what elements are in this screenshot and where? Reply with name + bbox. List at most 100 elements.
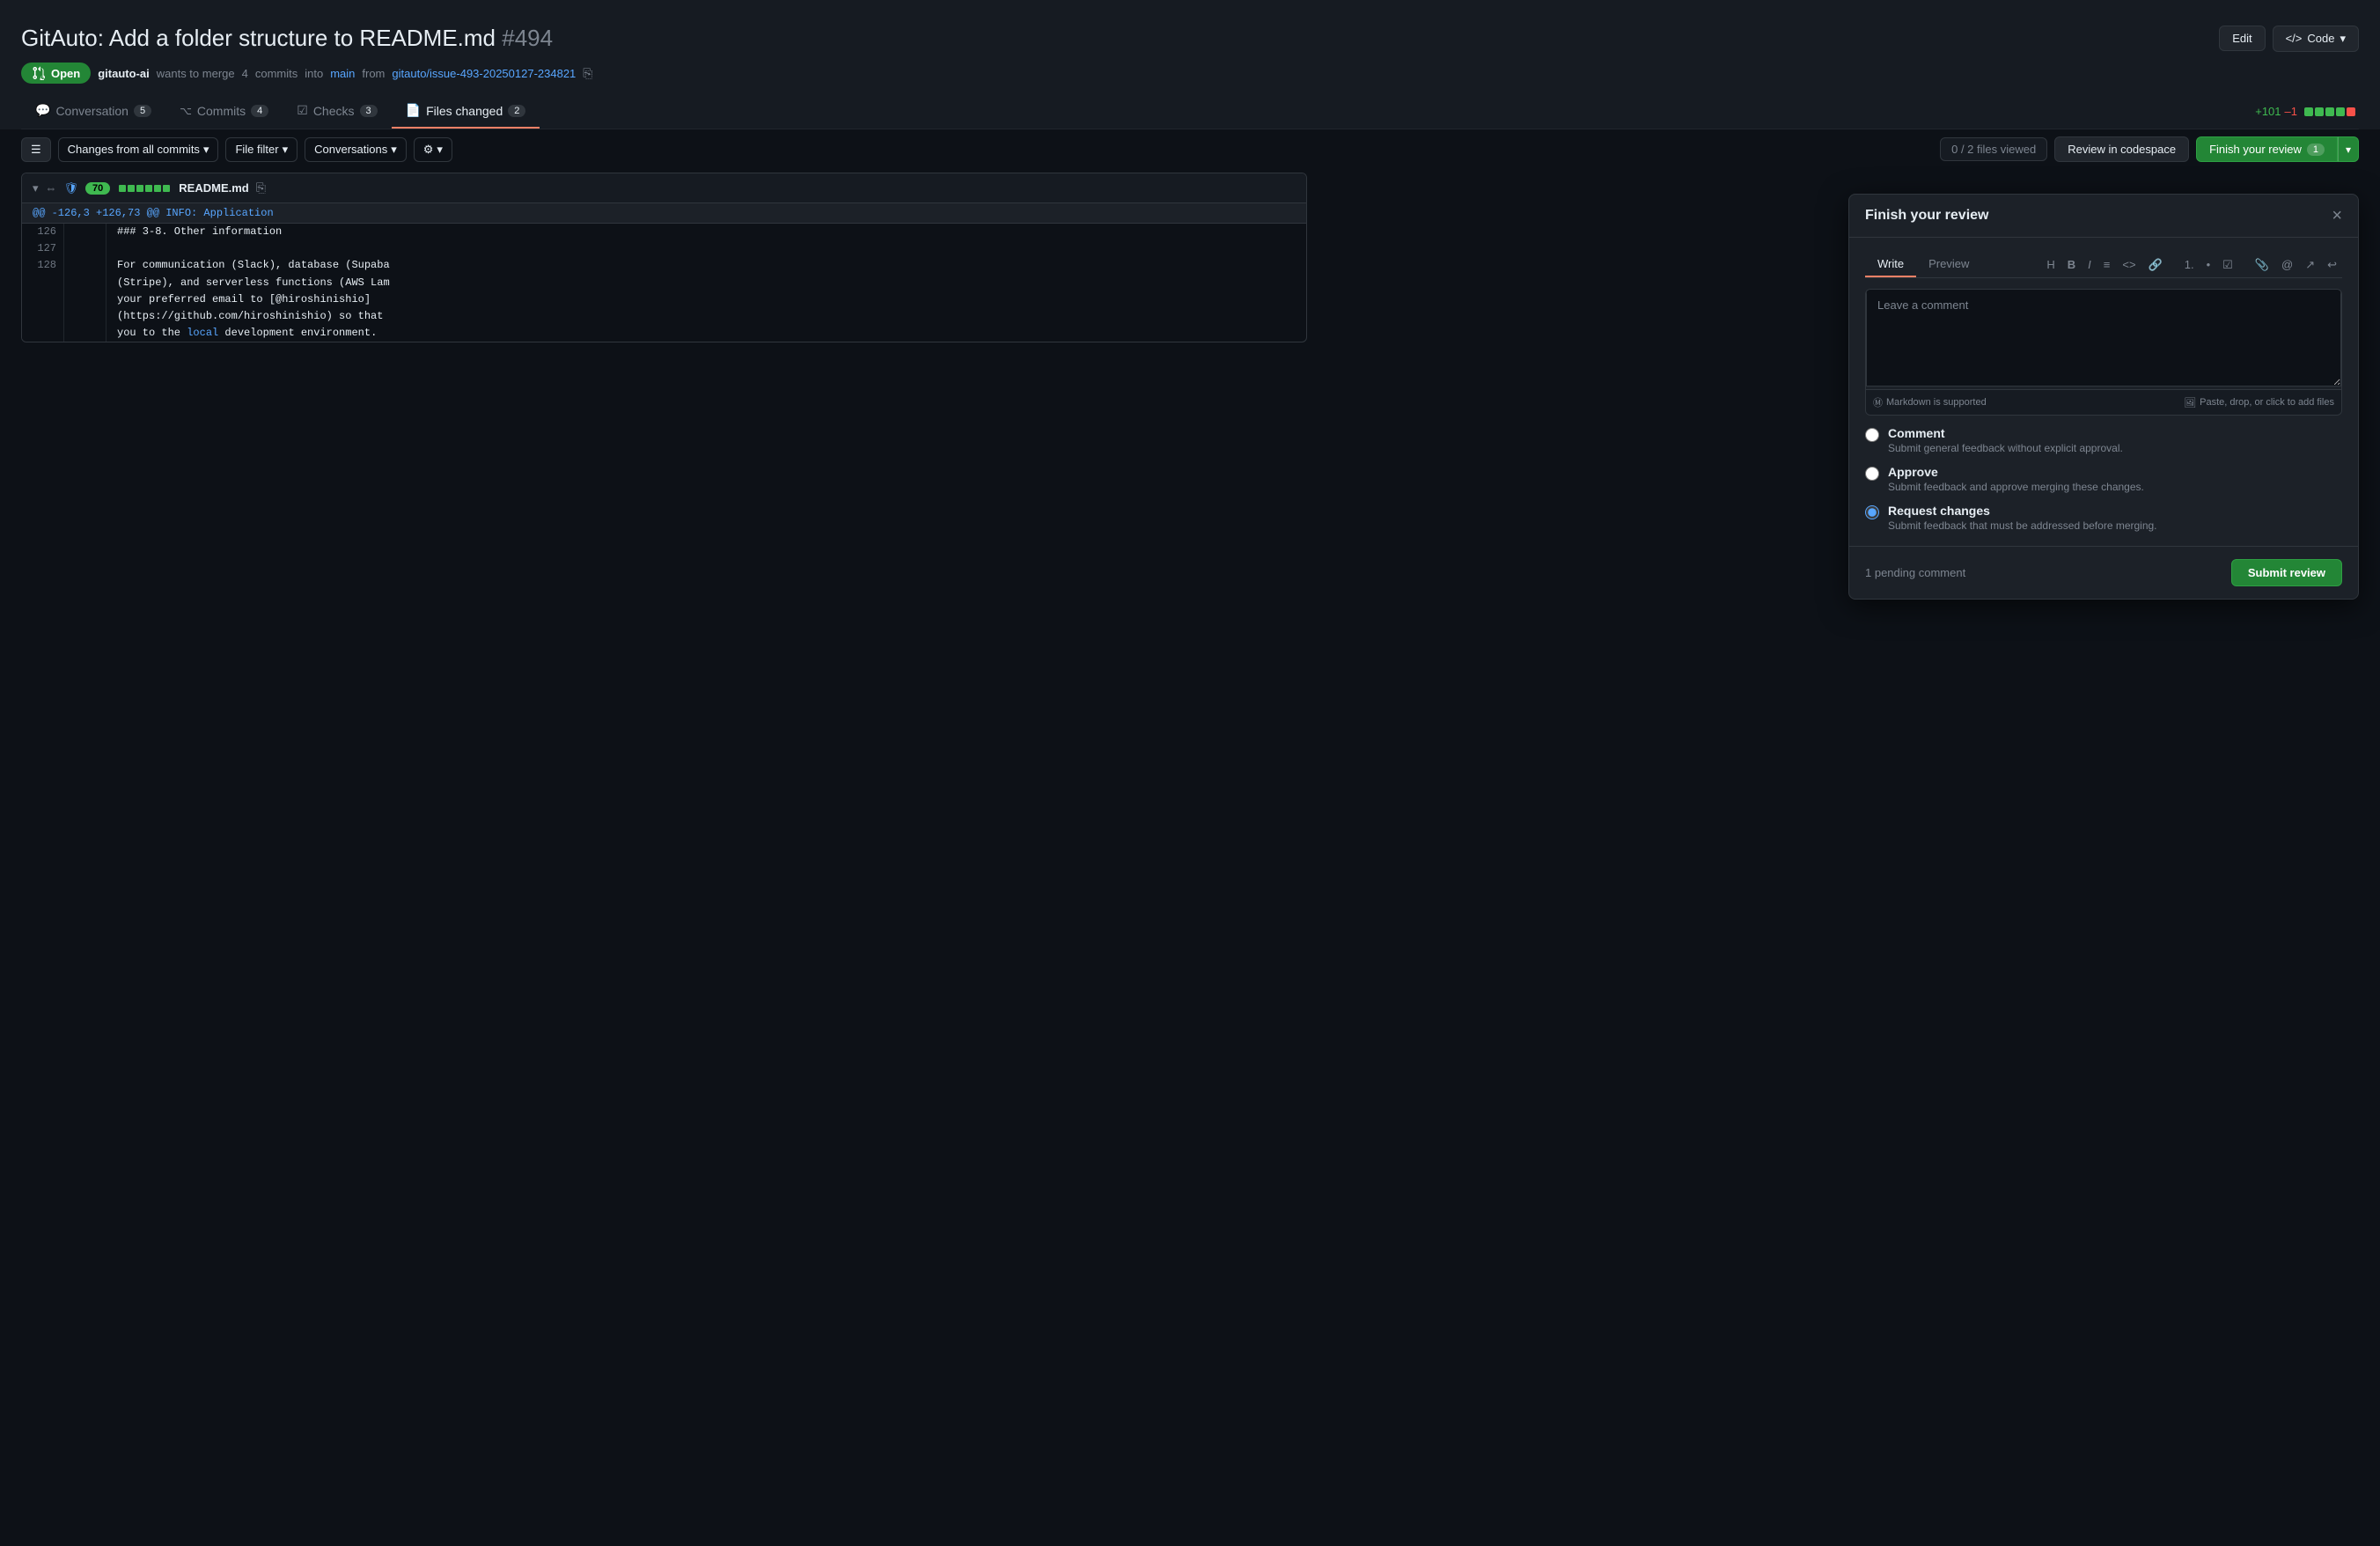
file-attach-text: Paste, drop, or click to add files <box>2200 397 2334 408</box>
toolbar-task-list[interactable]: ☑ <box>2217 255 2238 275</box>
diff-line-num-old-128: 128 <box>22 257 64 274</box>
stat-block-1 <box>2304 107 2313 116</box>
tab-checks[interactable]: ☑ Checks 3 <box>283 94 391 129</box>
head-branch-link[interactable]: gitauto/issue-493-20250127-234821 <box>392 67 576 80</box>
finish-review-label: Finish your review <box>2209 143 2302 156</box>
copy-filename-button[interactable]: ⎘ <box>256 180 266 195</box>
diff-line-content-128: For communication (Slack), database (Sup… <box>107 257 1306 274</box>
files-viewed-counter: 0 / 2 files viewed <box>1940 137 2047 161</box>
diff-line-num-new-128 <box>64 257 107 274</box>
pr-actions: Edit </> Code ▾ <box>2219 26 2359 52</box>
markdown-note-text: Markdown is supported <box>1886 397 1987 408</box>
stat-deletions: –1 <box>2285 105 2297 118</box>
into-text: into <box>305 67 323 80</box>
radio-comment[interactable] <box>1865 428 1879 442</box>
diff-line-num-new-126 <box>64 224 107 240</box>
radio-approve-desc: Submit feedback and approve merging thes… <box>1888 481 2144 493</box>
edit-button[interactable]: Edit <box>2219 26 2265 51</box>
copy-branch-icon[interactable]: ⎘ <box>583 66 592 81</box>
file-line-count: 70 <box>85 182 110 195</box>
comment-textarea[interactable] <box>1866 290 2341 386</box>
tab-checks-label: Checks <box>313 104 355 118</box>
toolbar-quote[interactable]: ≡ <box>2098 255 2116 274</box>
conversations-label: Conversations <box>314 143 387 156</box>
toolbar-bold[interactable]: B <box>2062 255 2081 274</box>
toolbar-heading[interactable]: H <box>2041 255 2060 274</box>
toolbar-unordered-list[interactable]: • <box>2201 255 2216 274</box>
toolbar-italic[interactable]: I <box>2082 255 2097 274</box>
tab-checks-count: 3 <box>360 105 378 117</box>
settings-chevron-icon: ▾ <box>437 143 443 157</box>
code-button[interactable]: </> Code ▾ <box>2273 26 2359 52</box>
merge-action-text: wants to merge <box>157 67 235 80</box>
file-filter-button[interactable]: File filter ▾ <box>225 137 298 162</box>
tab-commits-label: Commits <box>197 104 246 118</box>
toolbar-link[interactable]: 🔗 <box>2143 255 2168 275</box>
review-modal: Finish your review × Write Preview H B I… <box>1848 194 2359 600</box>
toolbar-ordered-list[interactable]: 1. <box>2179 255 2200 274</box>
tab-conversation-label: Conversation <box>55 104 129 118</box>
radio-option-approve[interactable]: Approve Submit feedback and approve merg… <box>1865 465 2342 493</box>
editor-footer: Ⓜ Markdown is supported 🖼 Paste, drop, o… <box>1866 389 2341 415</box>
editor-tab-write[interactable]: Write <box>1865 252 1916 277</box>
file-filter-label: File filter <box>235 143 278 156</box>
base-branch-link[interactable]: main <box>330 67 355 80</box>
hunk-header-text: @@ -126,3 +126,73 @@ INFO: Application <box>33 207 274 219</box>
files-changed-icon: 📄 <box>406 103 421 118</box>
changes-from-button[interactable]: Changes from all commits ▾ <box>58 137 219 162</box>
conversations-chevron-icon: ▾ <box>391 143 397 157</box>
stat-blocks <box>2304 107 2355 116</box>
toolbar-code[interactable]: <> <box>2117 255 2141 274</box>
radio-approve[interactable] <box>1865 467 1879 481</box>
diff-line-cont-1: (Stripe), and serverless functions (AWS … <box>22 275 1306 291</box>
diff-line-content-127 <box>107 240 1306 257</box>
submit-review-button[interactable]: Submit review <box>2231 559 2342 586</box>
radio-approve-text: Approve Submit feedback and approve merg… <box>1888 465 2144 493</box>
tab-conversation[interactable]: 💬 Conversation 5 <box>21 94 165 129</box>
tab-commits[interactable]: ⌥ Commits 4 <box>165 95 283 129</box>
close-modal-button[interactable]: × <box>2332 207 2342 225</box>
toolbar-undo[interactable]: ↩ <box>2322 255 2342 275</box>
from-text: from <box>362 67 385 80</box>
diff-line-content-cont2: your preferred email to [@hiroshinishio] <box>107 291 1306 308</box>
review-in-codespace-button[interactable]: Review in codespace <box>2054 136 2189 162</box>
code-icon: </> <box>2286 32 2303 45</box>
file-attach-note[interactable]: 🖼 Paste, drop, or click to add files <box>2184 397 2334 409</box>
editor-tab-preview[interactable]: Preview <box>1916 252 1981 277</box>
review-modal-footer: 1 pending comment Submit review <box>1849 546 2358 599</box>
finish-review-split-chevron-icon: ▾ <box>2346 144 2351 156</box>
tab-files-changed-count: 2 <box>508 105 525 117</box>
diff-file-header: ▾ ⇔ 🛡 70 README.md ⎘ <box>22 173 1306 203</box>
conversation-icon: 💬 <box>35 103 50 118</box>
diff-block-green-2 <box>128 185 135 192</box>
toolbar-attach[interactable]: 📎 <box>2250 255 2274 275</box>
tabs-row: 💬 Conversation 5 ⌥ Commits 4 ☑ Checks 3 … <box>21 94 2359 129</box>
commits-icon: ⌥ <box>180 105 192 117</box>
file-chevron-icon[interactable]: ▾ <box>33 181 39 195</box>
sidebar-toggle-button[interactable]: ☰ <box>21 137 51 162</box>
tab-conversation-count: 5 <box>134 105 151 117</box>
conversations-button[interactable]: Conversations ▾ <box>305 137 407 162</box>
diff-block-indicators <box>119 185 170 192</box>
file-attach-icon: 🖼 <box>2184 397 2196 409</box>
diff-filename: README.md <box>179 181 248 195</box>
radio-option-comment[interactable]: Comment Submit general feedback without … <box>1865 426 2342 454</box>
diff-line-content-cont3: (https://github.com/hiroshinishio) so th… <box>107 308 1306 325</box>
radio-request-changes[interactable] <box>1865 505 1879 519</box>
radio-option-request-changes[interactable]: Request changes Submit feedback that mus… <box>1865 504 2342 532</box>
tab-files-changed-label: Files changed <box>426 104 503 118</box>
settings-button[interactable]: ⚙ ▾ <box>414 137 452 162</box>
toolbar-reference[interactable]: ↗ <box>2300 255 2320 275</box>
diff-line-content-cont1: (Stripe), and serverless functions (AWS … <box>107 275 1306 291</box>
pr-title-text: GitAuto: Add a folder structure to READM… <box>21 25 496 51</box>
commits-word: commits <box>255 67 298 80</box>
finish-your-review-button[interactable]: Finish your review 1 <box>2196 136 2338 162</box>
diff-line-num-new-cont3 <box>64 308 107 325</box>
diff-block-green-4 <box>145 185 152 192</box>
tab-commits-count: 4 <box>251 105 268 117</box>
tab-files-changed[interactable]: 📄 Files changed 2 <box>392 94 540 129</box>
expand-icon[interactable]: ⇔ <box>46 181 57 195</box>
finish-review-dropdown-button[interactable]: ▾ <box>2338 136 2359 162</box>
toolbar-mention[interactable]: @ <box>2276 255 2298 274</box>
settings-icon: ⚙ <box>423 143 434 157</box>
